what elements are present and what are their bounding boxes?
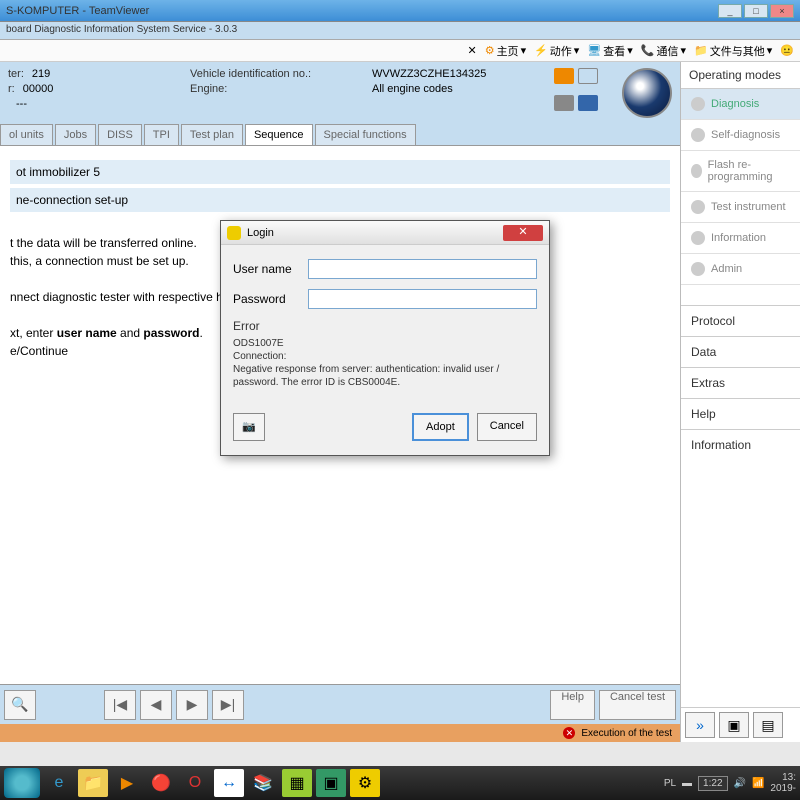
- tab-special[interactable]: Special functions: [315, 124, 416, 145]
- password-input[interactable]: [308, 289, 537, 309]
- usb-icon: [578, 95, 598, 111]
- dialog-settings-button[interactable]: 📷: [233, 413, 265, 441]
- error-block: Error ODS1007E Connection: Negative resp…: [233, 319, 537, 389]
- tray-date: 2019-: [770, 783, 796, 794]
- tray-flag-icon[interactable]: ▬: [682, 778, 692, 789]
- mode-flash[interactable]: Flash re-programming: [681, 151, 800, 192]
- tray-lang[interactable]: PL: [664, 778, 676, 789]
- app-subtitle: board Diagnostic Information System Serv…: [0, 22, 800, 40]
- tab-tpi[interactable]: TPI: [144, 124, 179, 145]
- mode-information[interactable]: Information: [681, 223, 800, 254]
- mode-self-diagnosis[interactable]: Self-diagnosis: [681, 120, 800, 151]
- maximize-button[interactable]: □: [744, 4, 768, 18]
- login-dialog: Login ✕ User name Password Error ODS1007…: [220, 220, 550, 456]
- dialog-close-button[interactable]: ✕: [503, 225, 543, 241]
- nav-next[interactable]: ▶: [176, 690, 208, 720]
- nav-prev[interactable]: ◀: [140, 690, 172, 720]
- mode-diagnosis[interactable]: Diagnosis: [681, 89, 800, 120]
- self-diag-icon: [691, 128, 705, 142]
- tool1-button[interactable]: ▣: [719, 712, 749, 738]
- connection-icons: [554, 68, 614, 118]
- operating-modes-header: Operating modes: [681, 62, 800, 89]
- start-button[interactable]: [4, 768, 40, 798]
- tray-sound-icon[interactable]: 🔊: [734, 778, 746, 789]
- nav-first[interactable]: |◀: [104, 690, 136, 720]
- toolbar-action[interactable]: ⚡动作▾: [534, 43, 579, 59]
- section-connection: ne-connection set-up: [10, 188, 670, 212]
- tray-time[interactable]: 13:: [770, 772, 796, 783]
- tray-battery[interactable]: 1:22: [698, 776, 727, 791]
- section-information[interactable]: Information: [681, 429, 800, 460]
- task-winrar[interactable]: 📚: [248, 769, 278, 797]
- mode-admin[interactable]: Admin: [681, 254, 800, 285]
- minimize-button[interactable]: _: [718, 4, 742, 18]
- toolbar-files[interactable]: 📁文件与其他▾: [694, 43, 772, 59]
- key-icon: [554, 95, 574, 111]
- info-icon: [691, 231, 705, 245]
- section-immobilizer: ot immobilizer 5: [10, 160, 670, 184]
- tool2-button[interactable]: ▤: [753, 712, 783, 738]
- diagnosis-icon: [691, 97, 705, 111]
- tab-jobs[interactable]: Jobs: [55, 124, 96, 145]
- window-title: S-KOMPUTER - TeamViewer: [6, 5, 718, 17]
- status-bar: ✕ Execution of the test: [0, 724, 680, 742]
- username-label: User name: [233, 262, 308, 276]
- device-icon: [578, 68, 598, 84]
- main-tabs: ol units Jobs DISS TPI Test plan Sequenc…: [0, 124, 680, 146]
- tab-testplan[interactable]: Test plan: [181, 124, 243, 145]
- system-tray: PL ▬ 1:22 🔊 📶 13: 2019-: [664, 772, 796, 794]
- mode-test-instrument[interactable]: Test instrument: [681, 192, 800, 223]
- expand-button[interactable]: »: [685, 712, 715, 738]
- task-app2[interactable]: ▣: [316, 769, 346, 797]
- adopt-button[interactable]: Adopt: [412, 413, 469, 441]
- task-teamviewer[interactable]: ↔: [214, 769, 244, 797]
- admin-icon: [691, 262, 705, 276]
- close-tab-icon[interactable]: ✕: [467, 44, 476, 57]
- section-protocol[interactable]: Protocol: [681, 305, 800, 336]
- task-media[interactable]: ▶: [112, 769, 142, 797]
- status-text: Execution of the test: [581, 728, 672, 739]
- dialog-cancel-button[interactable]: Cancel: [477, 413, 537, 441]
- username-input[interactable]: [308, 259, 537, 279]
- tab-sequence[interactable]: Sequence: [245, 124, 313, 145]
- task-app1[interactable]: ▦: [282, 769, 312, 797]
- task-chrome[interactable]: 🔴: [146, 769, 176, 797]
- right-panel: Operating modes Diagnosis Self-diagnosis…: [680, 62, 800, 742]
- login-icon: [227, 226, 241, 240]
- help-button[interactable]: Help: [550, 690, 595, 720]
- tab-units[interactable]: ol units: [0, 124, 53, 145]
- toolbar-view[interactable]: 🖥查看▾: [587, 43, 633, 59]
- section-data[interactable]: Data: [681, 336, 800, 367]
- windows-taskbar: e 📁 ▶ 🔴 O ↔ 📚 ▦ ▣ ⚙ PL ▬ 1:22 🔊 📶 13: 20…: [0, 766, 800, 800]
- cancel-test-button[interactable]: Cancel test: [599, 690, 676, 720]
- car-icon: [554, 68, 574, 84]
- task-explorer[interactable]: 📁: [78, 769, 108, 797]
- section-extras[interactable]: Extras: [681, 367, 800, 398]
- vehicle-info: ter:219 r:00000 --- Vehicle identificati…: [0, 62, 680, 124]
- zoom-button[interactable]: 🔍: [4, 690, 36, 720]
- brand-logo: [622, 68, 672, 118]
- window-titlebar: S-KOMPUTER - TeamViewer _ □ ×: [0, 0, 800, 22]
- task-ie[interactable]: e: [44, 769, 74, 797]
- task-opera[interactable]: O: [180, 769, 210, 797]
- top-toolbar: ✕ ⚙主页▾ ⚡动作▾ 🖥查看▾ 📞通信▾ 📁文件与其他▾ 😐: [0, 40, 800, 62]
- instrument-icon: [691, 200, 705, 214]
- window-controls: _ □ ×: [718, 4, 794, 18]
- nav-last[interactable]: ▶|: [212, 690, 244, 720]
- close-button[interactable]: ×: [770, 4, 794, 18]
- flash-icon: [691, 164, 702, 178]
- dialog-titlebar[interactable]: Login ✕: [221, 221, 549, 245]
- toolbar-home[interactable]: ⚙主页▾: [485, 43, 526, 59]
- task-diag[interactable]: ⚙: [350, 769, 380, 797]
- dialog-title: Login: [247, 227, 274, 239]
- toolbar-emoji-icon[interactable]: 😐: [780, 44, 794, 57]
- section-help[interactable]: Help: [681, 398, 800, 429]
- password-label: Password: [233, 292, 308, 306]
- error-icon: ✕: [563, 727, 575, 739]
- tab-diss[interactable]: DISS: [98, 124, 142, 145]
- bottom-nav: 🔍 |◀ ◀ ▶ ▶| Help Cancel test: [0, 684, 680, 724]
- toolbar-comm[interactable]: 📞通信▾: [641, 43, 686, 59]
- tray-network-icon[interactable]: 📶: [752, 778, 764, 789]
